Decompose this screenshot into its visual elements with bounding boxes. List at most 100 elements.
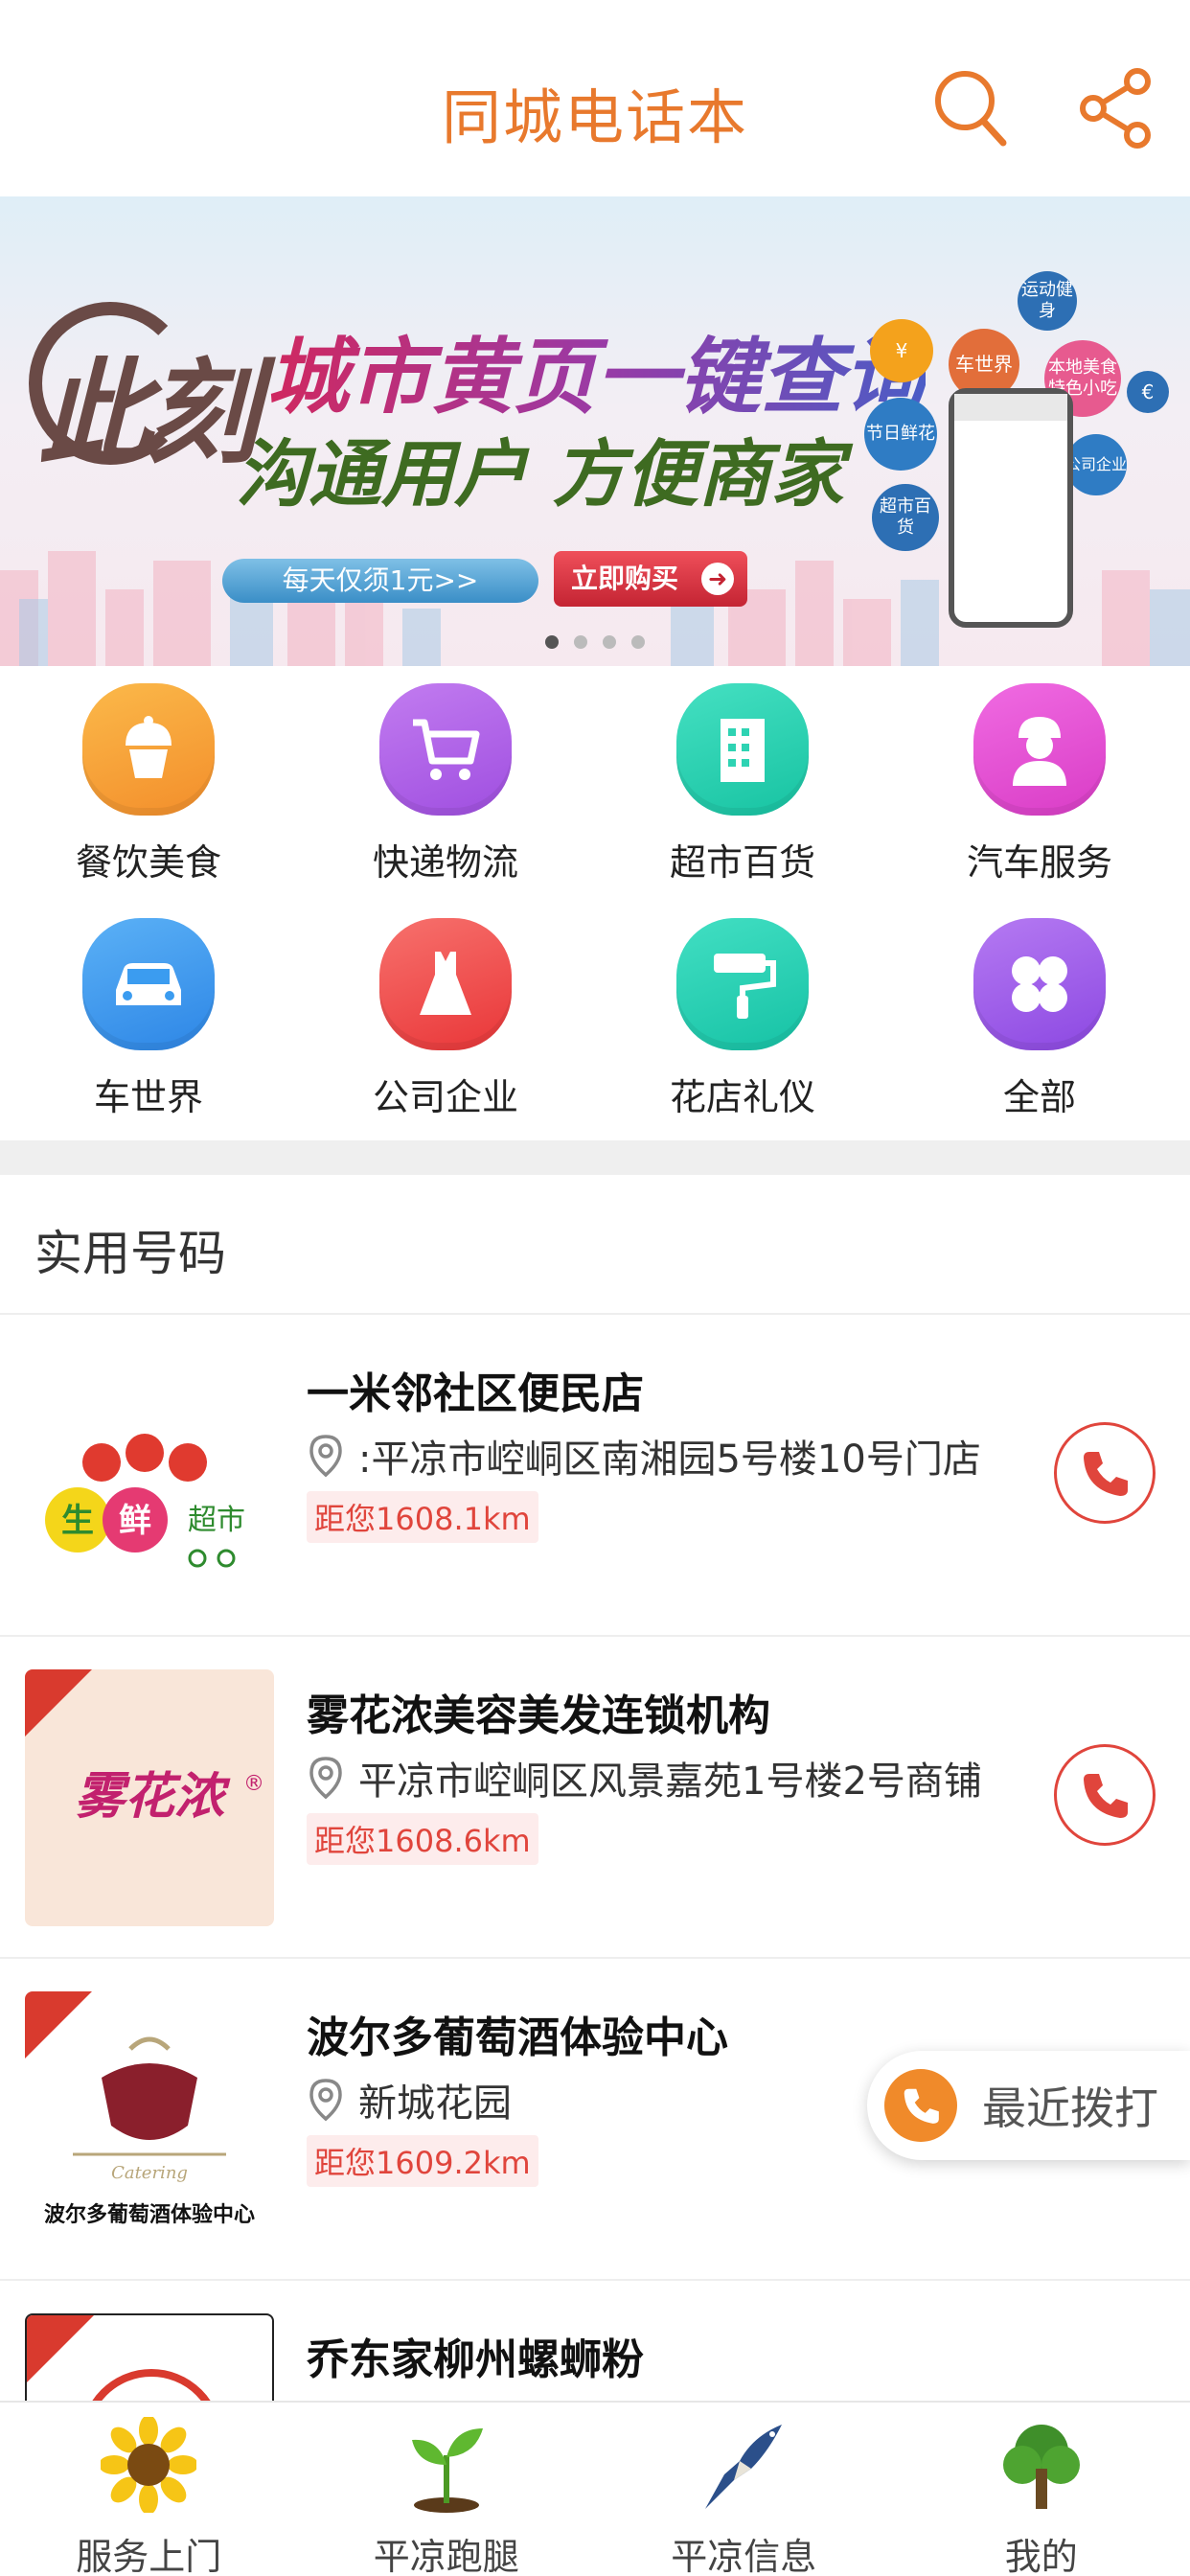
- nav-item-errands[interactable]: 平凉跑腿: [298, 2403, 596, 2576]
- category-auto-service[interactable]: 汽车服务: [925, 666, 1155, 886]
- banner-subline: 沟通用户 方便商家: [236, 431, 844, 517]
- svg-text:超市: 超市: [188, 1505, 245, 1536]
- listing-address: 平凉市崆峒区风景嘉苑1号楼2号商铺: [358, 1760, 982, 1804]
- listing-name: 雾花浓美容美发连锁机构: [307, 1691, 770, 1740]
- nav-item-info[interactable]: 平凉信息: [595, 2403, 893, 2576]
- recent-calls-button[interactable]: 最近拨打: [867, 2051, 1190, 2160]
- banner-buy-label: 立即购买: [571, 563, 679, 594]
- category-car-world[interactable]: 车世界: [34, 901, 263, 1121]
- bottom-nav: 服务上门 平凉跑腿 平凉信息 我的: [0, 2401, 1190, 2576]
- sprout-icon: [389, 2412, 504, 2518]
- search-icon: [935, 71, 1007, 147]
- category-label: 餐饮美食: [75, 841, 221, 884]
- carousel-dot[interactable]: [545, 635, 559, 649]
- listing-name: 波尔多葡萄酒体验中心: [307, 2013, 728, 2062]
- location-pin-icon: [309, 1757, 342, 1800]
- banner-headline: 城市黄页一键查询: [266, 310, 926, 429]
- svg-text:雾花浓: 雾花浓: [75, 1767, 231, 1826]
- nav-item-home-service[interactable]: 服务上门: [0, 2403, 298, 2576]
- category-label: 超市百货: [669, 841, 815, 884]
- section-title: 实用号码: [34, 1226, 226, 1281]
- mechanic-icon: [973, 683, 1106, 816]
- listing-address-row: 新城花园: [307, 2072, 512, 2128]
- listing-address: :平凉市崆峒区南湘园5号楼10号门店: [358, 1438, 981, 1482]
- listing-logo: 生 鲜 超市: [25, 1347, 274, 1604]
- banner-price-pill: 每天仅须1元>>: [222, 559, 538, 603]
- car-icon: [82, 918, 215, 1050]
- svg-text:®: ®: [243, 1772, 264, 1796]
- promo-banner[interactable]: 此刻 城市黄页一键查询 沟通用户 方便商家 每天仅须1元>> 立即购买 ➜ ¥ …: [0, 196, 1190, 666]
- building-icon: [676, 683, 809, 816]
- listing-address-row: :平凉市崆峒区南湘园5号楼10号门店: [307, 1428, 981, 1484]
- banner-bubble-fitness: 运动健身: [1018, 271, 1077, 331]
- carousel-dot[interactable]: [603, 635, 616, 649]
- top-bar: 同城电话本: [0, 0, 1190, 196]
- location-pin-icon: [309, 2079, 342, 2122]
- category-label: 花店礼仪: [669, 1076, 815, 1118]
- category-florist[interactable]: 花店礼仪: [628, 901, 858, 1121]
- listing-logo-text: 波尔多葡萄酒体验中心: [44, 2202, 255, 2226]
- category-label: 全部: [1002, 1076, 1076, 1118]
- call-button[interactable]: [1054, 1422, 1156, 1524]
- banner-bubble-company: 公司企业: [1065, 434, 1127, 495]
- dress-icon: [379, 918, 512, 1050]
- euro-bubble-icon: €: [1127, 371, 1169, 413]
- banner-bubble-supermarket: 超市百货: [872, 484, 939, 551]
- nav-label: 平凉信息: [671, 2536, 817, 2576]
- section-divider: [0, 1140, 1190, 1175]
- banner-bubble-flowers: 节日鲜花: [864, 398, 937, 471]
- listing-distance: 距您1608.6km: [307, 1813, 538, 1865]
- listing-item[interactable]: 生 鲜 超市 一米邻社区便民店 :平凉市崆峒区南湘园5号楼10号门店 距您160…: [0, 1315, 1190, 1637]
- listing-distance: 距您1609.2km: [307, 2135, 538, 2187]
- banner-buy-button[interactable]: 立即购买 ➜: [554, 551, 747, 607]
- category-label: 快递物流: [372, 841, 518, 884]
- yen-bubble-icon: ¥: [870, 319, 933, 382]
- arrow-right-icon: ➜: [701, 563, 734, 595]
- listing-name: 一米邻社区便民店: [307, 1369, 644, 1418]
- carousel-indicator: [0, 635, 1190, 649]
- paint-roller-icon: [676, 918, 809, 1050]
- carousel-dot[interactable]: [574, 635, 587, 649]
- share-icon: [1080, 68, 1151, 149]
- listing-address: 新城花园: [358, 2082, 512, 2126]
- category-supermarket[interactable]: 超市百货: [628, 666, 858, 886]
- phone-icon: [1084, 1774, 1128, 1818]
- share-button[interactable]: [1073, 59, 1159, 155]
- phone-icon: [884, 2069, 957, 2142]
- call-button[interactable]: [1054, 1744, 1156, 1846]
- cupcake-icon: [82, 683, 215, 816]
- location-pin-icon: [309, 1435, 342, 1478]
- swallow-icon: [686, 2412, 801, 2518]
- listing-distance: 距您1608.1km: [307, 1491, 538, 1543]
- banner-brand: 此刻: [38, 347, 259, 479]
- nav-item-mine[interactable]: 我的: [893, 2403, 1190, 2576]
- svg-text:Catering: Catering: [111, 2163, 188, 2183]
- category-all[interactable]: 全部: [925, 901, 1155, 1121]
- svg-text:鲜: 鲜: [119, 1503, 151, 1539]
- category-express[interactable]: 快递物流: [331, 666, 561, 886]
- listing-logo: Catering 波尔多葡萄酒体验中心: [25, 1991, 274, 2248]
- carousel-dot[interactable]: [631, 635, 645, 649]
- listing-item[interactable]: 雾花浓 ® 雾花浓美容美发连锁机构 平凉市崆峒区风景嘉苑1号楼2号商铺 距您16…: [0, 1637, 1190, 1959]
- sunflower-icon: [91, 2412, 206, 2518]
- category-label: 车世界: [93, 1076, 203, 1118]
- category-label: 公司企业: [372, 1076, 518, 1118]
- listing-address-row: 平凉市崆峒区风景嘉苑1号楼2号商铺: [307, 1750, 982, 1806]
- category-company[interactable]: 公司企业: [331, 901, 561, 1121]
- listing-name: 乔东家柳州螺蛳粉: [307, 2335, 644, 2384]
- search-button[interactable]: [927, 59, 1014, 155]
- svg-text:生: 生: [61, 1503, 94, 1539]
- category-food[interactable]: 餐饮美食: [34, 666, 263, 886]
- category-grid: 餐饮美食 快递物流 超市百货 汽车服务 车世界 公司企业 花店礼仪 全部: [0, 666, 1190, 1140]
- nav-label: 平凉跑腿: [373, 2536, 519, 2576]
- recent-calls-label: 最近拨打: [982, 2082, 1158, 2134]
- category-label: 汽车服务: [966, 841, 1112, 884]
- listing-logo: 雾花浓 ®: [25, 1669, 274, 1926]
- clover-icon: [973, 918, 1106, 1050]
- cart-icon: [379, 683, 512, 816]
- phone-icon: [1084, 1452, 1128, 1496]
- tree-icon: [984, 2412, 1099, 2518]
- phone-mockup-graphic: [949, 388, 1073, 628]
- nav-label: 我的: [1004, 2536, 1078, 2576]
- nav-label: 服务上门: [76, 2536, 222, 2576]
